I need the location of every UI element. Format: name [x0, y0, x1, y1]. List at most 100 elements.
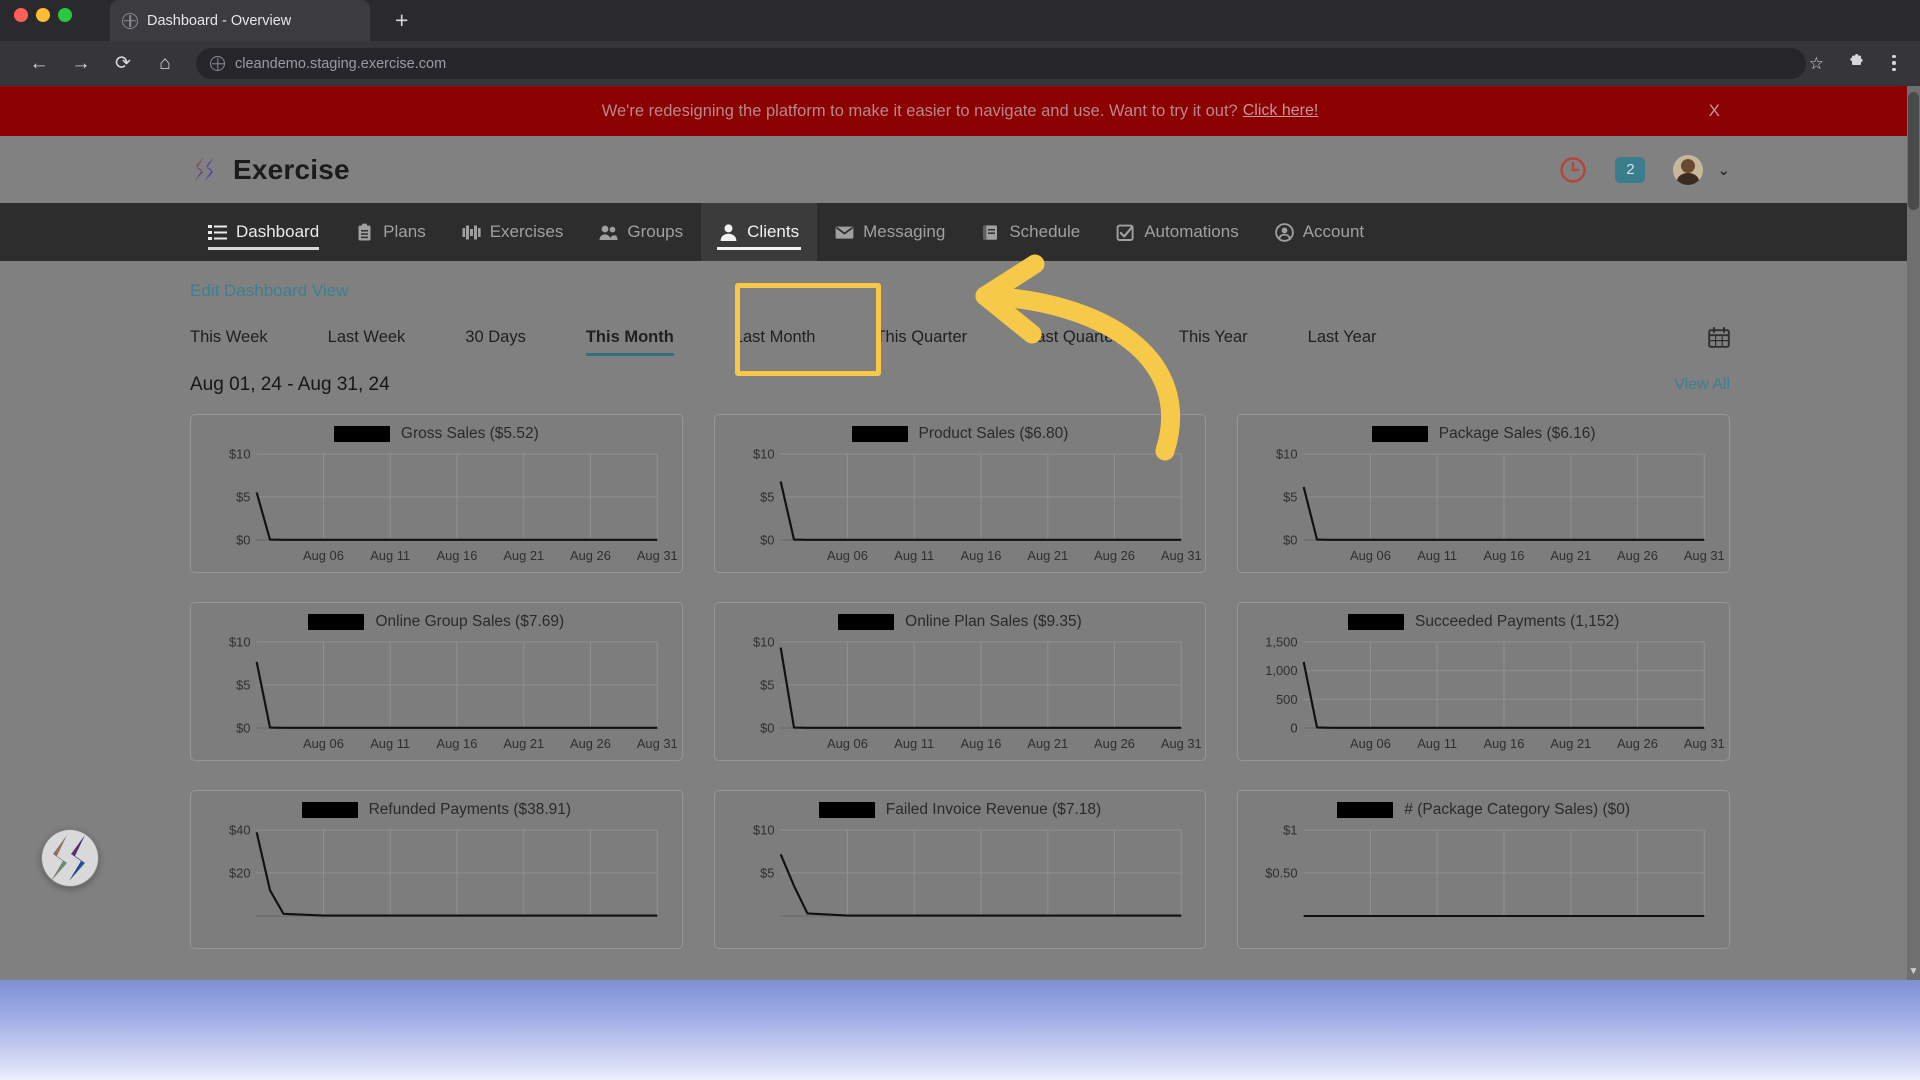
- forward-button[interactable]: →: [64, 47, 98, 81]
- nav-item-account[interactable]: Account: [1257, 203, 1382, 261]
- range-tab-this-week[interactable]: This Week: [190, 325, 268, 350]
- svg-text:$0.50: $0.50: [1266, 867, 1298, 881]
- chart-plot: $1 $0.50: [1250, 822, 1717, 946]
- site-header: Exercise 2 ⌄: [0, 136, 1920, 203]
- svg-text:$20: $20: [229, 867, 251, 881]
- home-button[interactable]: ⌂: [148, 47, 182, 81]
- svg-text:$5: $5: [760, 491, 774, 505]
- page-scrollbar[interactable]: [1907, 86, 1920, 980]
- notifications-badge[interactable]: 2: [1615, 156, 1646, 183]
- card-title: # (Package Category Sales) ($0): [1404, 801, 1631, 818]
- svg-text:$5: $5: [1283, 491, 1297, 505]
- browser-tab[interactable]: Dashboard - Overview: [110, 0, 370, 41]
- svg-text:1,000: 1,000: [1266, 664, 1298, 678]
- svg-text:Aug 26: Aug 26: [1617, 549, 1658, 563]
- svg-text:Aug 21: Aug 21: [503, 737, 544, 751]
- window-traffic-lights: [14, 8, 72, 22]
- date-range-tab-list: This Week Last Week 30 Days This Month Last …: [190, 325, 1436, 356]
- new-tab-button[interactable]: +: [395, 9, 408, 32]
- svg-text:Aug 11: Aug 11: [370, 737, 410, 751]
- range-tab-last-month[interactable]: Last Month: [734, 325, 816, 350]
- svg-text:$10: $10: [229, 448, 251, 462]
- browser-menu-button[interactable]: [1884, 52, 1904, 74]
- globe-icon: [122, 12, 138, 29]
- clock-icon[interactable]: [1559, 156, 1587, 184]
- metric-card[interactable]: Succeeded Payments (1,152) 1,500 1,000 500 0…: [1237, 602, 1730, 761]
- extensions-icon[interactable]: [1846, 53, 1866, 73]
- site-info-icon: [210, 56, 225, 71]
- card-title: Succeeded Payments (1,152): [1415, 613, 1620, 630]
- check-square-icon: [1116, 223, 1135, 242]
- metric-card[interactable]: Package Sales ($6.16) $10 $5 $0 Aug 06 Aug 11…: [1237, 414, 1730, 573]
- range-tab-this-year[interactable]: This Year: [1179, 325, 1248, 350]
- svg-text:$40: $40: [229, 824, 251, 838]
- nav-item-exercises[interactable]: Exercises: [444, 203, 582, 261]
- nav-item-clients[interactable]: Clients: [701, 203, 818, 261]
- metric-card[interactable]: # (Package Category Sales) ($0) $1 $0.50: [1237, 790, 1730, 949]
- svg-text:Aug 26: Aug 26: [570, 549, 611, 563]
- page-viewport: We're redesigning the platform to make i…: [0, 86, 1920, 980]
- header-actions: 2 ⌄: [1559, 154, 1730, 185]
- scrollbar-thumb[interactable]: [1908, 92, 1919, 210]
- svg-text:Aug 31: Aug 31: [1161, 737, 1202, 751]
- exercise-floating-logo-icon[interactable]: [41, 829, 99, 887]
- range-tab-last-week[interactable]: Last Week: [328, 325, 406, 350]
- nav-item-schedule[interactable]: Schedule: [963, 203, 1098, 261]
- maximize-window-button[interactable]: [58, 8, 72, 22]
- nav-item-automations[interactable]: Automations: [1098, 203, 1257, 261]
- nav-item-dashboard[interactable]: Dashboard: [190, 203, 337, 261]
- metric-card[interactable]: Refunded Payments ($38.91) $40 $20: [190, 790, 683, 949]
- svg-text:Aug 31: Aug 31: [1161, 549, 1202, 563]
- close-window-button[interactable]: [14, 8, 28, 22]
- close-icon[interactable]: X: [1709, 101, 1720, 121]
- metric-card[interactable]: Failed Invoice Revenue ($7.18) $10 $5: [713, 790, 1207, 949]
- reload-button[interactable]: ⟳: [106, 47, 140, 81]
- scroll-down-arrow-icon[interactable]: ▼: [1908, 966, 1919, 978]
- account-menu[interactable]: ⌄: [1673, 154, 1730, 185]
- chart-plot: $10 $5 $0 Aug 06 Aug 11 Aug 16 Aug 21 Aug 26 Aug…: [203, 634, 678, 758]
- exercise-logo-icon: [194, 156, 214, 182]
- metric-card[interactable]: Online Group Sales ($7.69) $10 $5 $0 Aug 06 A…: [190, 602, 683, 761]
- range-tab-last-quarter[interactable]: Last Quarter: [1027, 325, 1119, 350]
- range-tab-last-year[interactable]: Last Year: [1308, 325, 1377, 350]
- back-button[interactable]: ←: [22, 47, 56, 81]
- nav-item-label: Automations: [1144, 222, 1239, 241]
- card-header: Gross Sales ($5.52): [203, 424, 670, 444]
- metric-card[interactable]: Online Plan Sales ($9.35) $10 $5 $0 Aug 06 Au…: [713, 602, 1207, 761]
- svg-text:1,500: 1,500: [1266, 636, 1298, 650]
- metric-card[interactable]: Gross Sales ($5.52) $10 $5 $0 Aug 06 Aug 11 Au…: [190, 414, 683, 573]
- user-circle-icon: [1274, 222, 1294, 242]
- nav-item-messaging[interactable]: Messaging: [817, 203, 963, 261]
- svg-text:Aug 16: Aug 16: [1484, 737, 1525, 751]
- metric-card[interactable]: Product Sales ($6.80) $10 $5 $0 Aug 06 Aug 11…: [713, 414, 1207, 573]
- view-all-link[interactable]: View All: [1674, 376, 1730, 394]
- calendar-icon[interactable]: [1708, 327, 1730, 348]
- date-range-row: Aug 01, 24 - Aug 31, 24 View All: [190, 374, 1730, 396]
- svg-text:500: 500: [1276, 693, 1298, 707]
- dashboard-content: Edit Dashboard View This Week Last Week 30…: [0, 261, 1920, 949]
- edit-dashboard-view-link[interactable]: Edit Dashboard View: [190, 281, 348, 301]
- nav-item-plans[interactable]: Plans: [337, 203, 444, 261]
- address-bar[interactable]: cleandemo.staging.exercise.com: [196, 48, 1806, 79]
- nav-item-label: Messaging: [863, 222, 946, 241]
- brand[interactable]: Exercise: [190, 154, 350, 186]
- svg-text:$5: $5: [760, 867, 774, 881]
- people-icon: [599, 223, 618, 242]
- svg-text:Aug 06: Aug 06: [827, 737, 868, 751]
- nav-item-label: Exercises: [489, 222, 564, 241]
- svg-text:$0: $0: [236, 722, 250, 736]
- nav-item-label: Clients: [747, 222, 800, 241]
- svg-text:Aug 31: Aug 31: [1684, 549, 1725, 563]
- range-tab-30-days[interactable]: 30 Days: [465, 325, 526, 350]
- range-tab-this-month[interactable]: This Month: [585, 325, 674, 356]
- metric-card-grid: Gross Sales ($5.52) $10 $5 $0 Aug 06 Aug 11 Au…: [190, 414, 1730, 949]
- bookmark-icon[interactable]: ☆: [1809, 54, 1824, 74]
- promo-click-here-link[interactable]: Click here!: [1243, 102, 1319, 120]
- range-tab-this-quarter[interactable]: This Quarter: [875, 325, 967, 350]
- svg-text:Aug 16: Aug 16: [437, 737, 478, 751]
- chart-plot: $10 $5 $0 Aug 06 Aug 11 Aug 16 Aug 21 Aug 26 Aug…: [727, 446, 1202, 570]
- nav-item-groups[interactable]: Groups: [581, 203, 701, 261]
- chart-plot: $10 $5: [727, 822, 1194, 946]
- minimize-window-button[interactable]: [36, 8, 50, 22]
- redacted-legend-swatch: [301, 802, 358, 818]
